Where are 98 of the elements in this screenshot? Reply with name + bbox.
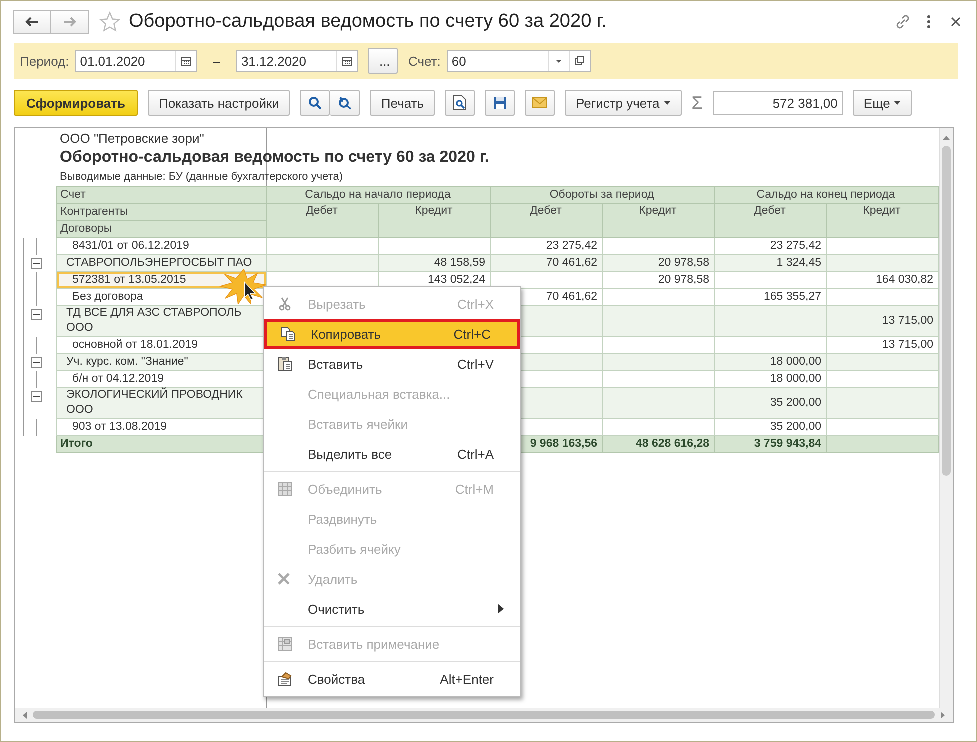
window-title: Оборотно-сальдовая ведомость по счету 60 за 2020 г. [129,11,607,33]
collapse-toggle[interactable] [31,356,42,368]
save-button[interactable] [485,90,516,116]
generate-button[interactable]: Сформировать [14,90,138,116]
report-title: Оборотно-сальдовая ведомость по счету 60 за 2020 г. [56,146,938,168]
table-cell: 35 200,00 [770,420,822,432]
column-header: Дебет [490,204,602,238]
table-cell: 48 158,59 [434,256,486,268]
table-cell: 143 052,24 [428,274,486,286]
menu-item[interactable]: Свойства Alt+Enter [264,664,520,694]
register-button[interactable]: Регистр учета [565,90,682,116]
more-options-icon[interactable] [926,14,932,30]
collapse-toggle[interactable] [31,258,42,268]
table-cell: 70 461,62 [546,256,598,268]
back-arrow-icon [25,17,39,27]
horizontal-scrollbar[interactable] [15,708,953,722]
dropdown-icon [554,58,563,64]
column-header: Кредит [826,204,938,238]
forward-arrow-icon [62,17,76,27]
scroll-up-icon [943,136,950,140]
search-button[interactable] [300,90,330,116]
copy-icon [281,326,296,342]
table-cell: 35 200,00 [770,396,822,408]
column-header: Кредит [602,204,714,238]
date-to-field[interactable]: 31.12.2020 [236,50,358,72]
table-cell: 18 000,00 [770,372,822,384]
link-icon[interactable] [894,13,912,31]
scroll-left-icon [23,712,27,718]
column-header: Обороты за период [490,186,714,204]
menu-item[interactable]: Выделить все Ctrl+A [264,439,520,469]
date-from-field[interactable]: 01.01.2020 [75,50,198,72]
search-refresh-button[interactable] [330,90,360,116]
organization-name: ООО "Петровские зори" [59,130,206,146]
search-refresh-icon [336,96,353,110]
report-subtitle: Выводимые данные: БУ (данные бухгалтерского учета) [56,168,938,186]
table-cell: СТАВРОПОЛЬЭНЕРГОСБЫТ ПАО [56,254,266,272]
table-cell: 18 000,00 [770,356,822,368]
account-field[interactable]: 60 [446,50,591,72]
sum-sign: Σ [692,92,703,114]
table-cell: 13 715,00 [882,338,934,350]
table-cell: 3 759 943,84 [754,438,822,450]
table-cell: 20 978,58 [658,256,710,268]
table-cell: Итого [56,436,266,452]
column-header: Счет [56,186,266,204]
column-header: Сальдо на конец периода [714,186,938,204]
collapse-toggle[interactable] [31,308,42,320]
table-cell: 164 030,82 [876,274,934,286]
table-cell: 1 324,45 [776,256,822,268]
table-grid-icon [278,482,293,496]
table-cell: 13 715,00 [882,314,934,326]
print-button[interactable]: Печать [370,90,436,116]
period-label: Период: [20,54,70,68]
table-cell: 23 275,42 [770,240,822,252]
clipboard-icon [278,356,293,372]
period-select-button[interactable]: ... [368,48,398,74]
table-cell: ЭКОЛОГИЧЕСКИЙ ПРОВОДНИК ООО [56,388,266,418]
table-cell: Уч. курс. ком. "Знание" [56,354,266,370]
preview-button[interactable] [445,90,476,116]
menu-item[interactable]: Очистить [264,594,520,624]
caret-icon [664,101,671,105]
note-grid-icon [278,636,293,652]
back-button[interactable] [13,10,51,34]
email-button[interactable] [525,90,556,116]
star-icon[interactable] [99,11,121,33]
calendar-icon [342,56,353,66]
cross-icon [278,573,290,585]
range-dash: – [213,54,220,68]
scrollbar-thumb[interactable] [942,146,951,476]
scissors-icon [278,297,292,311]
column-header: Дебет [266,204,378,238]
table-cell: 9 968 163,56 [530,438,598,450]
collapse-toggle[interactable] [31,390,42,402]
column-header: Дебет [714,204,826,238]
caret-icon [894,101,902,105]
search-icon [308,96,322,110]
column-header: Договоры [56,220,266,238]
close-icon[interactable] [950,16,962,28]
settings-button[interactable]: Показать настройки [148,90,290,116]
scroll-right-icon [941,712,945,718]
account-label: Счет: [408,54,441,68]
table-cell: 165 355,27 [764,290,822,302]
document-search-icon [453,95,468,111]
menu-item[interactable]: Вставить Ctrl+V [264,349,520,379]
sum-field: 572 381,00 [712,91,843,115]
column-header: Сальдо на начало периода [266,186,490,204]
vertical-scrollbar[interactable] [939,128,953,708]
more-button[interactable]: Еще [852,90,912,116]
column-header: Контрагенты [56,204,266,220]
properties-icon [278,672,294,686]
column-header: Кредит [378,204,490,238]
calendar-icon [180,56,192,66]
table-cell: 48 628 616,28 [636,438,710,450]
table-cell: 23 275,42 [546,240,598,252]
scrollbar-thumb[interactable] [33,711,935,719]
envelope-icon [532,97,548,109]
table-cell: 20 978,58 [658,274,710,286]
menu-item[interactable]: Копировать Ctrl+C [264,319,520,349]
table-cell: 70 461,62 [546,290,598,302]
